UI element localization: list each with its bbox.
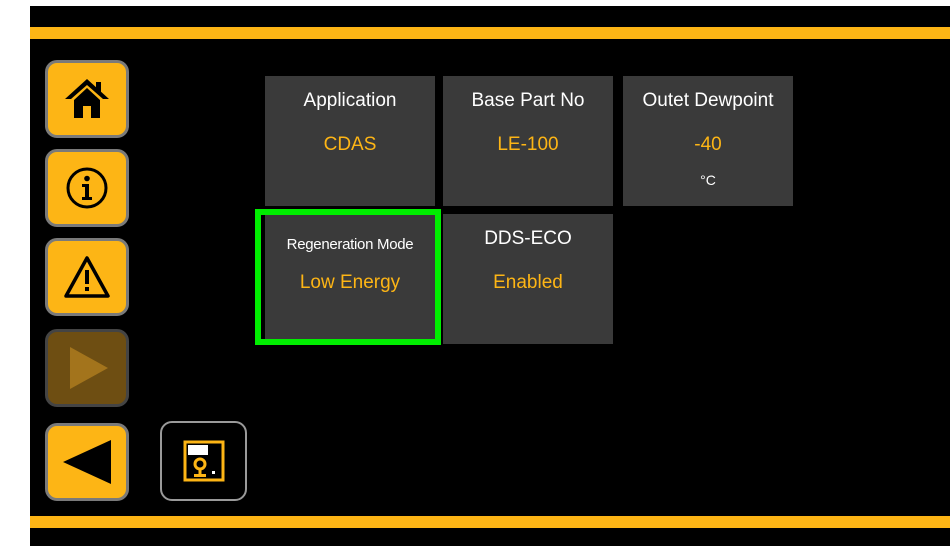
home-icon — [65, 79, 109, 118]
screen: Application CDAS Base Part No LE-100 Out… — [30, 6, 950, 546]
tile-value: -40 — [694, 134, 722, 155]
tile-value: LE-100 — [497, 134, 559, 155]
home-button[interactable] — [45, 60, 129, 138]
tile-outlet-dewpoint[interactable]: Outet Dewpoint -40 °C — [623, 76, 793, 206]
top-accent-bar — [30, 27, 950, 39]
tile-label: Outet Dewpoint — [642, 90, 774, 111]
tile-label: Base Part No — [471, 90, 585, 111]
tile-value: Low Energy — [299, 272, 401, 293]
tile-label: Application — [303, 90, 397, 111]
tile-label: Regeneration Mode — [286, 236, 414, 253]
back-button[interactable] — [45, 423, 129, 501]
warning-icon — [64, 256, 110, 298]
tile-value: Enabled — [493, 272, 563, 293]
back-arrow-icon — [63, 440, 111, 484]
tile-base-part-no[interactable]: Base Part No LE-100 — [443, 76, 613, 206]
tile-value: CDAS — [323, 134, 377, 155]
tile-regeneration-mode[interactable]: Regeneration Mode Low Energy — [265, 214, 435, 344]
alarm-button[interactable] — [45, 238, 129, 316]
play-icon — [70, 347, 108, 389]
tile-unit: °C — [700, 172, 716, 188]
tile-dds-eco[interactable]: DDS-ECO Enabled — [443, 214, 613, 344]
tile-application[interactable]: Application CDAS — [265, 76, 435, 206]
save-icon — [183, 440, 224, 482]
info-icon — [66, 167, 108, 209]
info-button[interactable] — [45, 149, 129, 227]
bottom-accent-bar — [30, 516, 950, 528]
play-button[interactable] — [45, 329, 129, 407]
tile-label: DDS-ECO — [484, 228, 572, 249]
save-button[interactable] — [160, 421, 247, 501]
